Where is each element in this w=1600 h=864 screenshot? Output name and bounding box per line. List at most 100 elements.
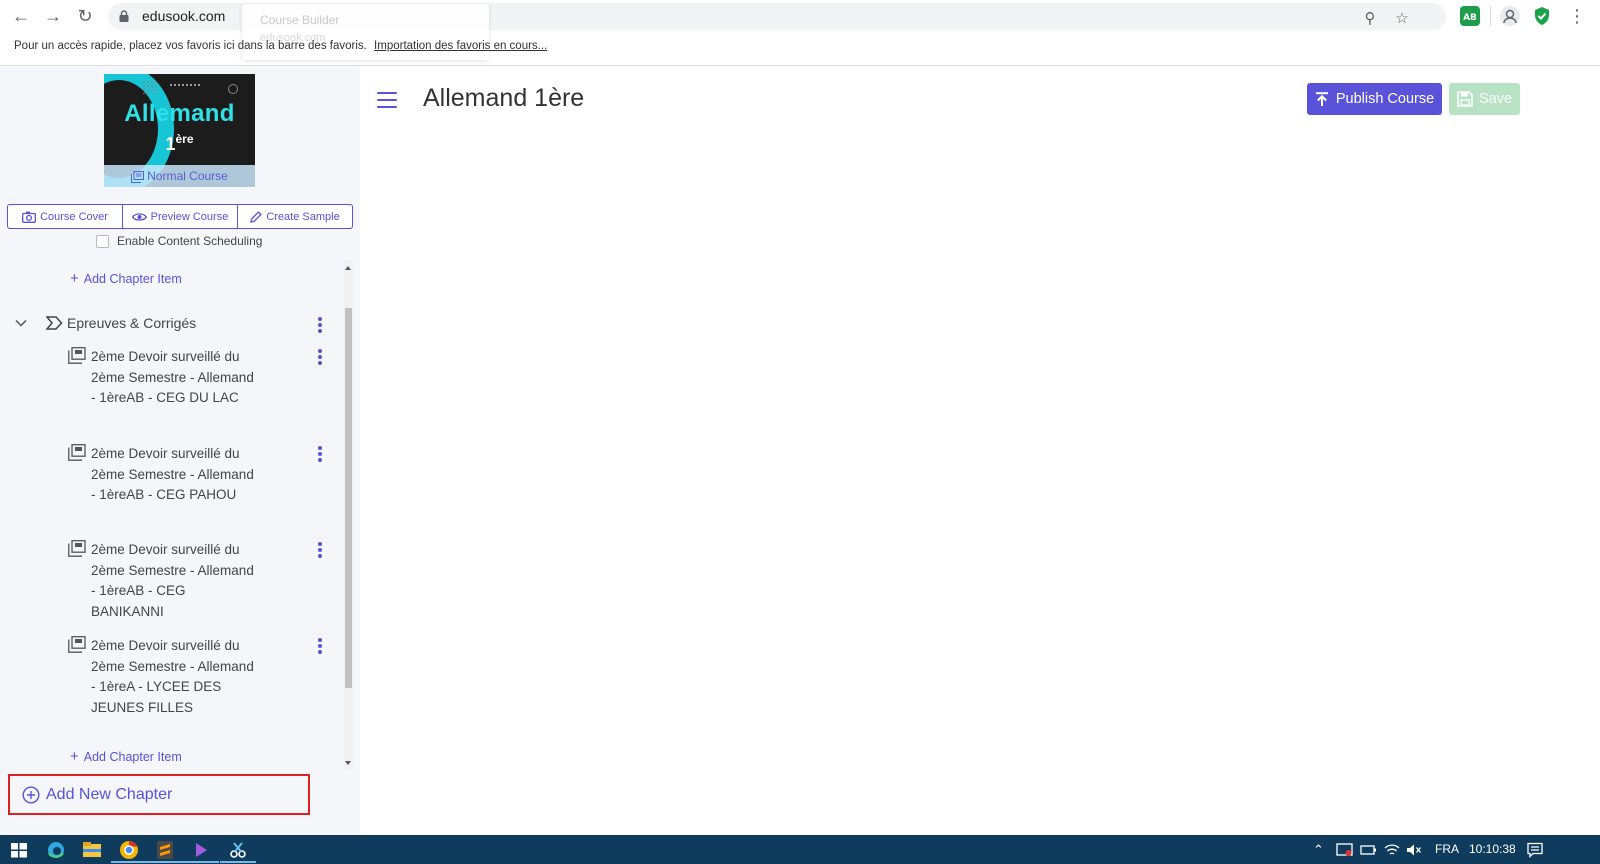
item-more-icon[interactable] <box>317 349 323 367</box>
pdf-file-icon <box>68 347 86 364</box>
create-sample-button[interactable]: Create Sample <box>238 205 352 228</box>
add-chapter-item-label: Add Chapter Item <box>83 272 182 286</box>
toolbar-divider <box>1490 6 1491 26</box>
hamburger-menu-icon[interactable] <box>377 92 397 108</box>
chapter-tag-icon <box>46 316 63 330</box>
back-icon[interactable]: ← <box>10 5 32 27</box>
sidebar-scrollbar[interactable] <box>344 260 353 770</box>
sublime-active-indicator <box>147 861 183 863</box>
svg-text:AB: AB <box>1463 13 1477 23</box>
media-active-indicator <box>183 861 219 863</box>
file-explorer-icon[interactable] <box>81 839 103 861</box>
item-more-icon[interactable] <box>317 446 323 464</box>
reload-icon[interactable]: ↻ <box>74 5 96 27</box>
chapter-item-label: 2ème Devoir surveillé du 2ème Semestre -… <box>91 542 254 619</box>
add-chapter-item-button[interactable]: + Add Chapter Item <box>70 748 182 765</box>
lock-icon <box>119 10 129 22</box>
zoom-icon[interactable]: ⚲ <box>1361 10 1379 28</box>
cover-decoration-dots <box>142 80 158 94</box>
add-new-chapter-label: Add New Chapter <box>46 785 173 803</box>
add-chapter-item-label: Add Chapter Item <box>83 750 182 764</box>
add-chapter-item-button[interactable]: + Add Chapter Item <box>70 270 182 287</box>
chapter-title: Epreuves & Corrigés <box>67 315 197 331</box>
bookmarks-bar: Pour un accès rapide, placez vos favoris… <box>14 40 547 52</box>
chapter-more-icon[interactable] <box>317 317 323 335</box>
course-cover-label: Course Cover <box>40 210 108 223</box>
media-player-icon[interactable] <box>190 839 212 861</box>
preview-course-button[interactable]: Preview Course <box>123 205 238 228</box>
snipping-tool-icon[interactable] <box>227 839 249 861</box>
tray-wifi-icon[interactable] <box>1384 843 1400 857</box>
chapter-item[interactable]: 2ème Devoir surveillé du 2ème Semestre -… <box>68 636 328 741</box>
plus-icon: + <box>70 748 79 765</box>
tray-clock[interactable]: 10:10:38 <box>1469 842 1516 856</box>
cover-title: Allemand <box>124 100 235 127</box>
pencil-icon <box>250 210 263 223</box>
eye-icon <box>131 212 147 221</box>
main-content: Allemand 1ère Publish Course Save <box>360 67 1600 835</box>
cover-subtitle: 1ère <box>104 132 255 155</box>
bookmarks-import-link[interactable]: Importation des favoris en cours... <box>374 40 547 52</box>
url-text[interactable]: edusook.com <box>142 8 225 24</box>
cover-subtitle-main: 1 <box>165 134 176 154</box>
chapter-tree: + Add Chapter Item Epreuves & Corrigés 2è… <box>0 260 344 770</box>
chrome-browser-icon[interactable] <box>118 839 140 861</box>
camera-icon <box>22 211 37 223</box>
cover-decoration-circle <box>228 84 238 94</box>
bookmark-star-icon[interactable]: ☆ <box>1393 10 1411 28</box>
save-button[interactable]: Save <box>1449 83 1520 115</box>
content-scheduling-label: Enable Content Scheduling <box>117 234 263 248</box>
chapter-item[interactable]: 2ème Devoir surveillé du 2ème Semestre -… <box>68 347 328 431</box>
tray-chevron-up-icon[interactable]: ⌃ <box>1313 842 1324 858</box>
chapter-item-label: 2ème Devoir surveillé du 2ème Semestre -… <box>91 446 254 502</box>
course-type-badge: Normal Course <box>104 165 255 187</box>
page-title: Allemand 1ère <box>423 84 585 112</box>
scroll-down-arrow-icon[interactable] <box>345 761 351 765</box>
pdf-file-icon <box>68 636 86 653</box>
shield-extension-icon[interactable] <box>1532 6 1552 26</box>
tray-volume-muted-icon[interactable] <box>1406 843 1422 857</box>
course-cover-button[interactable]: Course Cover <box>8 205 123 228</box>
adblock-extension-icon[interactable]: AB <box>1460 6 1480 26</box>
chapter-item[interactable]: 2ème Devoir surveillé du 2ème Semestre -… <box>68 540 328 624</box>
chapter-item[interactable]: 2ème Devoir surveillé du 2ème Semestre -… <box>68 444 328 528</box>
course-cover-image[interactable]: Allemand 1ère Normal Course <box>104 74 255 187</box>
item-more-icon[interactable] <box>317 638 323 656</box>
tray-security-icon[interactable] <box>1336 843 1354 857</box>
browser-menu-icon[interactable]: ⋮ <box>1566 5 1588 27</box>
pdf-file-icon <box>68 540 86 557</box>
windows-taskbar: ⌃ FRA 10:10:38 <box>0 835 1600 864</box>
browser-chrome: ← → ↻ edusook.com ⚲ ☆ Course Builder edu… <box>0 0 1600 66</box>
notifications-icon[interactable] <box>1527 842 1543 858</box>
chapter-row[interactable]: Epreuves & Corrigés <box>12 312 337 338</box>
profile-avatar-icon[interactable] <box>1500 6 1520 26</box>
sublime-text-icon[interactable] <box>154 839 176 861</box>
course-type-label: Normal Course <box>147 169 228 183</box>
content-scheduling-checkbox[interactable] <box>96 234 109 248</box>
item-more-icon[interactable] <box>317 542 323 560</box>
create-sample-label: Create Sample <box>266 210 340 223</box>
chapter-item-label: 2ème Devoir surveillé du 2ème Semestre -… <box>91 638 254 715</box>
pdf-file-icon <box>68 444 86 461</box>
chrome-active-indicator <box>111 861 147 863</box>
add-new-chapter-button[interactable]: Add New Chapter <box>8 774 310 815</box>
cover-subtitle-sup: ère <box>175 132 194 146</box>
tray-battery-icon[interactable] <box>1360 843 1378 857</box>
publish-course-label: Publish Course <box>1335 91 1435 107</box>
course-sidebar: Allemand 1ère Normal Course Course Cover… <box>0 67 360 835</box>
windows-start-icon[interactable] <box>8 839 30 861</box>
scroll-up-arrow-icon[interactable] <box>345 266 351 270</box>
preview-course-label: Preview Course <box>150 210 229 223</box>
tray-language[interactable]: FRA <box>1435 842 1459 856</box>
forward-icon[interactable]: → <box>42 5 64 27</box>
publish-course-button[interactable]: Publish Course <box>1307 83 1442 115</box>
cover-decoration-dash <box>170 84 200 87</box>
plus-icon: + <box>70 270 79 287</box>
scrollbar-thumb[interactable] <box>345 308 352 688</box>
plus-circle-icon <box>22 785 40 804</box>
edge-browser-icon[interactable] <box>45 839 67 861</box>
tooltip-title: Course Builder <box>260 13 340 27</box>
course-type-icon <box>131 171 145 183</box>
content-scheduling-option[interactable]: Enable Content Scheduling <box>96 234 262 248</box>
chevron-down-icon[interactable] <box>14 316 28 330</box>
